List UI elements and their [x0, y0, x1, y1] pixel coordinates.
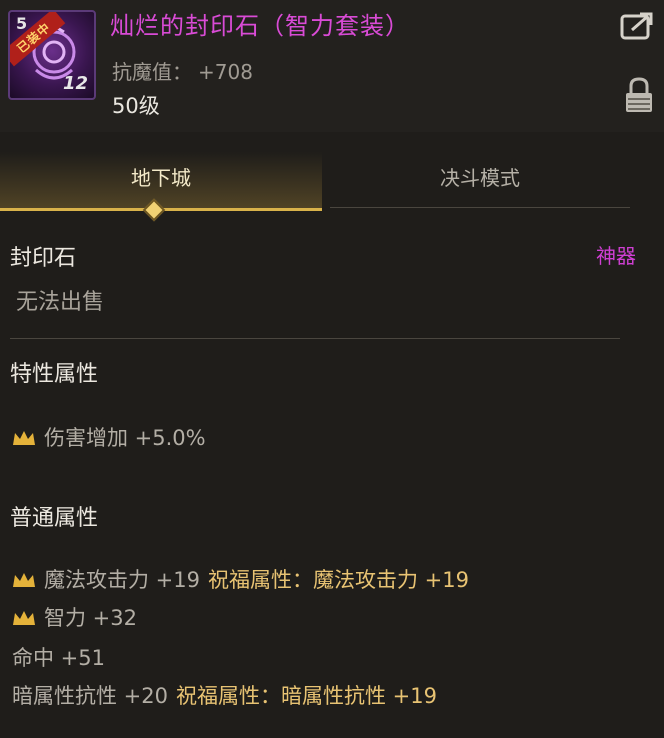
- normal-stat-row: 命中 +51: [12, 642, 105, 672]
- item-type: 封印石: [10, 246, 77, 271]
- normal-stat-row: 暗属性抗性 +20 祝福属性：暗属性抗性 +19: [12, 680, 437, 710]
- tab-dungeon[interactable]: 地下城: [0, 152, 322, 211]
- normal-stat-text: 命中 +51: [12, 646, 105, 670]
- blessing-stat-text: 祝福属性：暗属性抗性 +19: [176, 684, 437, 708]
- trade-restriction: 无法出售: [16, 290, 105, 315]
- normal-stat-row: 魔法攻击力 +19 祝福属性：魔法攻击力 +19: [12, 564, 469, 594]
- crown-icon: [13, 611, 35, 625]
- magic-resist-line: 抗魔值： +708: [112, 56, 253, 85]
- item-required-level: 50级: [112, 94, 160, 118]
- item-header: 5 已装中 12 灿烂的封印石（智力套装） 抗魔值： +708 50级: [0, 0, 664, 132]
- lock-button[interactable]: [624, 76, 654, 114]
- item-rarity: 神器: [596, 244, 636, 268]
- tab-divider: [330, 207, 630, 208]
- normal-stat-text: 暗属性抗性 +20: [12, 684, 168, 708]
- special-stat-text: 伤害增加 +5.0%: [44, 426, 206, 450]
- blessing-stat-text: 祝福属性：魔法攻击力 +19: [208, 568, 469, 592]
- stack-count: 12: [62, 73, 88, 94]
- mode-tabs: 地下城 决斗模式: [0, 152, 664, 222]
- normal-attributes-heading: 普通属性: [10, 506, 99, 531]
- special-attributes-heading: 特性属性: [10, 362, 99, 387]
- item-name: 灿烂的封印石（智力套装）: [110, 12, 410, 40]
- magic-resist-value: +708: [198, 60, 253, 84]
- share-icon: [620, 12, 653, 40]
- crown-icon: [13, 431, 35, 445]
- lock-icon: [626, 77, 652, 112]
- normal-stat-row: 智力 +32: [12, 602, 137, 632]
- magic-resist-label: 抗魔值：: [112, 60, 192, 84]
- normal-stat-text: 魔法攻击力 +19: [44, 568, 200, 592]
- section-divider: [10, 338, 620, 339]
- crown-icon: [13, 573, 35, 587]
- tab-duel-mode[interactable]: 决斗模式: [330, 152, 630, 208]
- normal-stat-text: 智力 +32: [44, 606, 137, 630]
- special-stat-row: 伤害增加 +5.0%: [12, 422, 206, 452]
- item-icon[interactable]: 5 已装中 12: [8, 10, 96, 100]
- share-button[interactable]: [620, 10, 654, 40]
